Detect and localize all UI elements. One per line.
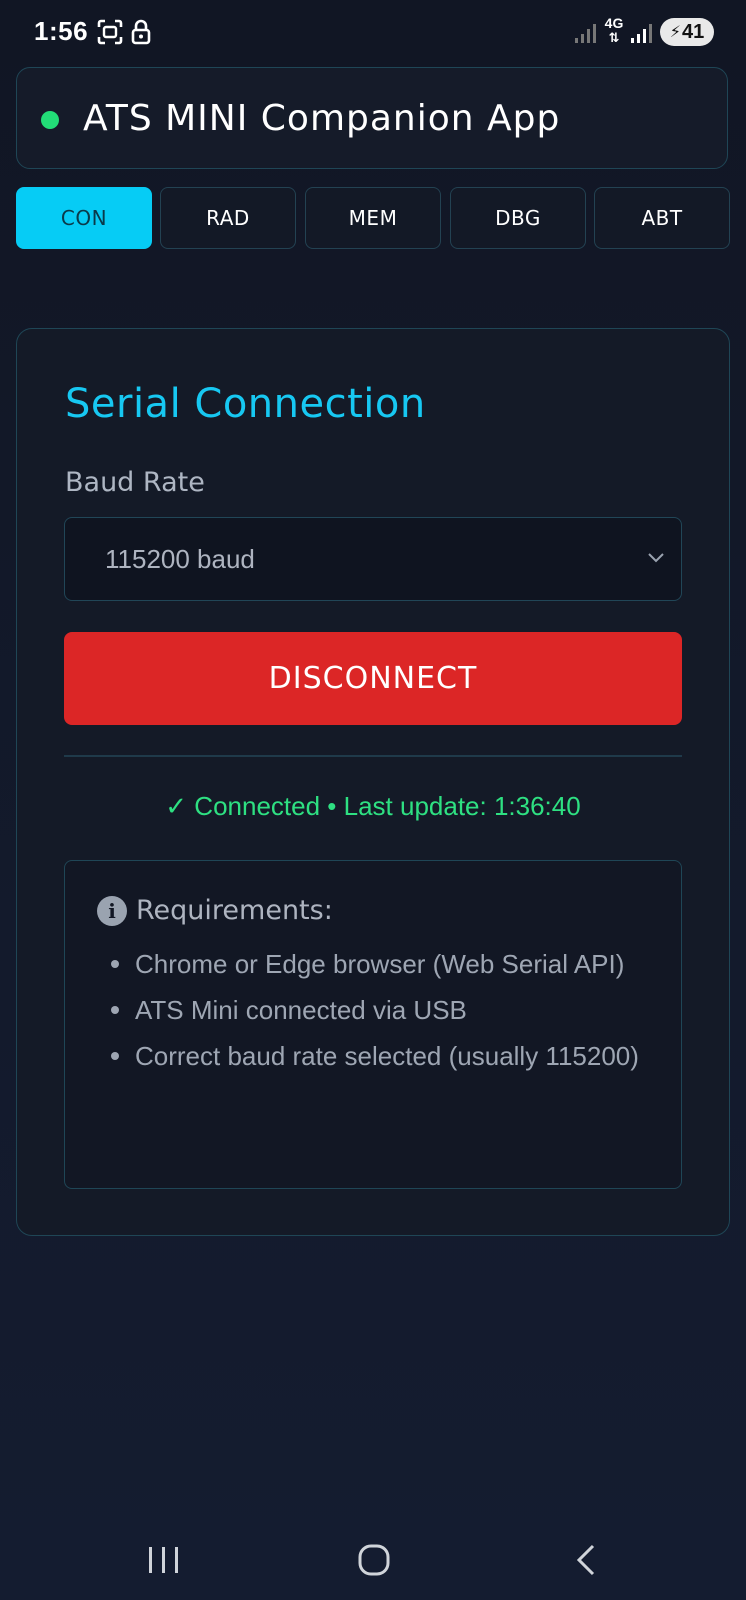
signal-icon [630,22,652,44]
navigation-bar [0,1510,746,1600]
requirements-title: Requirements: [136,895,333,926]
list-item: ATS Mini connected via USB [111,991,651,1029]
list-item: Chrome or Edge browser (Web Serial API) [111,945,651,983]
tab-rad[interactable]: RAD [160,187,296,249]
tab-mem[interactable]: MEM [305,187,441,249]
info-icon: i [97,895,127,926]
chevron-down-icon [647,550,665,568]
home-icon[interactable] [344,1530,404,1590]
app-header: ATS MINI Companion App [16,67,728,169]
connection-status-text: ✓ Connected • Last update: 1:36:40 [165,791,581,821]
network-type-icon: 4G ⇅ [604,15,624,45]
requirements-list: Chrome or Edge browser (Web Serial API) … [111,945,651,1083]
requirements-heading: i Requirements: [97,895,333,926]
battery-indicator: ⚡ 41 [660,18,714,46]
card-title: Serial Connection [65,381,426,427]
battery-charging-icon: ⚡ [669,24,681,41]
tab-abt[interactable]: ABT [594,187,730,249]
back-icon[interactable] [556,1530,616,1590]
battery-level: 41 [681,20,705,43]
recent-apps-icon[interactable] [134,1530,194,1590]
signal-icon [574,22,596,44]
screenshot-icon [96,18,124,46]
serial-connection-card: Serial Connection Baud Rate 115200 baud … [16,328,730,1236]
network-type-label: 4G [604,15,624,31]
status-bar: 1:56 4G ⇅ ⚡ 41 [0,0,746,64]
connection-status-dot [41,111,59,129]
baud-rate-select[interactable]: 115200 baud [64,517,682,601]
tab-dbg[interactable]: DBG [450,187,586,249]
list-item: Correct baud rate selected (usually 1152… [111,1037,651,1075]
status-time: 1:56 [34,16,89,46]
lock-icon [130,18,152,46]
baud-rate-value: 115200 baud [105,544,255,574]
requirements-box: i Requirements: Chrome or Edge browser (… [64,860,682,1189]
tab-con[interactable]: CON [16,187,152,249]
baud-rate-label: Baud Rate [65,467,205,498]
divider [64,755,682,757]
tab-bar: CON RAD MEM DBG ABT [16,187,731,249]
disconnect-button[interactable]: DISCONNECT [64,632,682,725]
app-title: ATS MINI Companion App [83,98,561,139]
